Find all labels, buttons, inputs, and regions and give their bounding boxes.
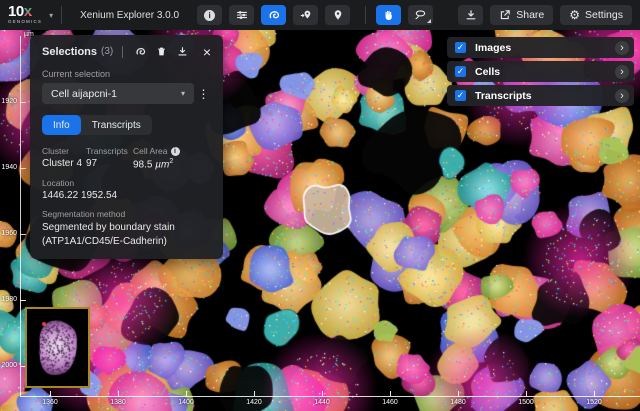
cell-select-icon [135,46,146,57]
select-cells-button[interactable] [131,44,149,60]
caret-down-icon: ▾ [49,11,53,20]
download-icon [465,9,477,21]
trash-icon [156,46,167,57]
dropdown-value: Cell aijapcni-1 [51,88,117,100]
share-label: Share [516,9,544,21]
toolbar-divider [365,6,366,24]
cluster-value: Cluster 4 [42,158,86,169]
info-icon: i [204,10,215,21]
checkbox-checked[interactable]: ✓ [455,66,466,77]
checkbox-checked[interactable]: ✓ [455,42,466,53]
current-selection-label: Current selection [42,69,211,79]
layer-row-cells[interactable]: ✓ Cells › [447,61,634,82]
minimap[interactable] [25,307,90,388]
gear-icon: ⚙ [569,9,580,21]
pan-tool-button[interactable] [376,5,401,25]
top-toolbar: 10x GENOMICS ▾ Xenium Explorer 3.0.0 i [0,0,640,30]
export-selection-button[interactable] [173,44,191,60]
layer-row-images[interactable]: ✓ Images › [447,37,634,58]
share-icon [499,9,511,21]
chevron-right-icon[interactable]: › [615,89,629,103]
cell-area-value: 98.5 µm2 [133,158,211,170]
selections-title: Selections [42,46,97,58]
lasso-tool-button[interactable] [408,5,433,25]
transcripts-label: Transcripts [86,146,133,156]
close-icon[interactable]: × [203,45,211,59]
layer-label: Images [475,42,511,54]
go-to-point-button[interactable] [293,5,318,25]
segmentation-method-label: Segmentation method [42,209,211,219]
tenx-logo-subtext: GENOMICS [8,19,42,24]
cluster-label: Cluster [42,146,86,156]
cell-select-tool-button[interactable] [261,5,286,25]
pin-icon [332,9,344,21]
selections-count: (3) [101,46,113,57]
tab-transcripts[interactable]: Transcripts [81,115,152,135]
location-value: 1446.22 1952.54 [42,190,211,201]
info-icon: i [171,147,180,156]
layer-row-transcripts[interactable]: ✓ Transcripts › [447,85,634,106]
checkbox-checked[interactable]: ✓ [455,90,466,101]
hand-icon [383,9,395,21]
tab-info[interactable]: Info [42,115,81,135]
transcripts-value: 97 [86,158,133,169]
submenu-corner-icon [427,19,431,23]
tenx-logo-menu[interactable]: 10x GENOMICS ▾ [8,6,53,24]
layer-label: Transcripts [475,90,532,102]
download-icon [177,46,188,57]
share-button[interactable]: Share [490,5,553,25]
xenium-explorer-window: µm 1360138014001420144014601480150015201… [0,0,640,411]
location-label: Location [42,178,211,188]
cell-select-icon [268,9,280,21]
settings-label: Settings [585,9,623,21]
tenx-logo: 10x [8,6,42,18]
segmentation-method-value: Segmented by boundary stain (ATP1A1/CD45… [42,221,211,248]
selections-panel: Selections (3) × [30,35,223,259]
lasso-icon [414,9,427,21]
pin-navigate-icon [300,9,312,21]
layer-label: Cells [475,66,500,78]
kebab-menu-icon[interactable]: ⋮ [196,87,211,101]
current-selection-dropdown[interactable]: Cell aijapcni-1 ▾ [42,83,194,104]
panel-divider [122,46,123,58]
delete-selection-button[interactable] [152,44,170,60]
sliders-icon [236,9,248,21]
settings-button[interactable]: ⚙ Settings [560,5,632,25]
download-button[interactable] [458,5,483,25]
cell-area-label: Cell Area [133,146,168,156]
selection-tabs: Info Transcripts [42,115,152,135]
app-title: Xenium Explorer 3.0.0 [80,10,179,21]
caret-down-icon: ▾ [181,89,185,98]
landmark-pin-button[interactable] [325,5,350,25]
chevron-right-icon[interactable]: › [615,41,629,55]
display-settings-button[interactable] [229,5,254,25]
info-button[interactable]: i [197,5,222,25]
chevron-right-icon[interactable]: › [615,65,629,79]
toolbar-divider [61,6,62,24]
